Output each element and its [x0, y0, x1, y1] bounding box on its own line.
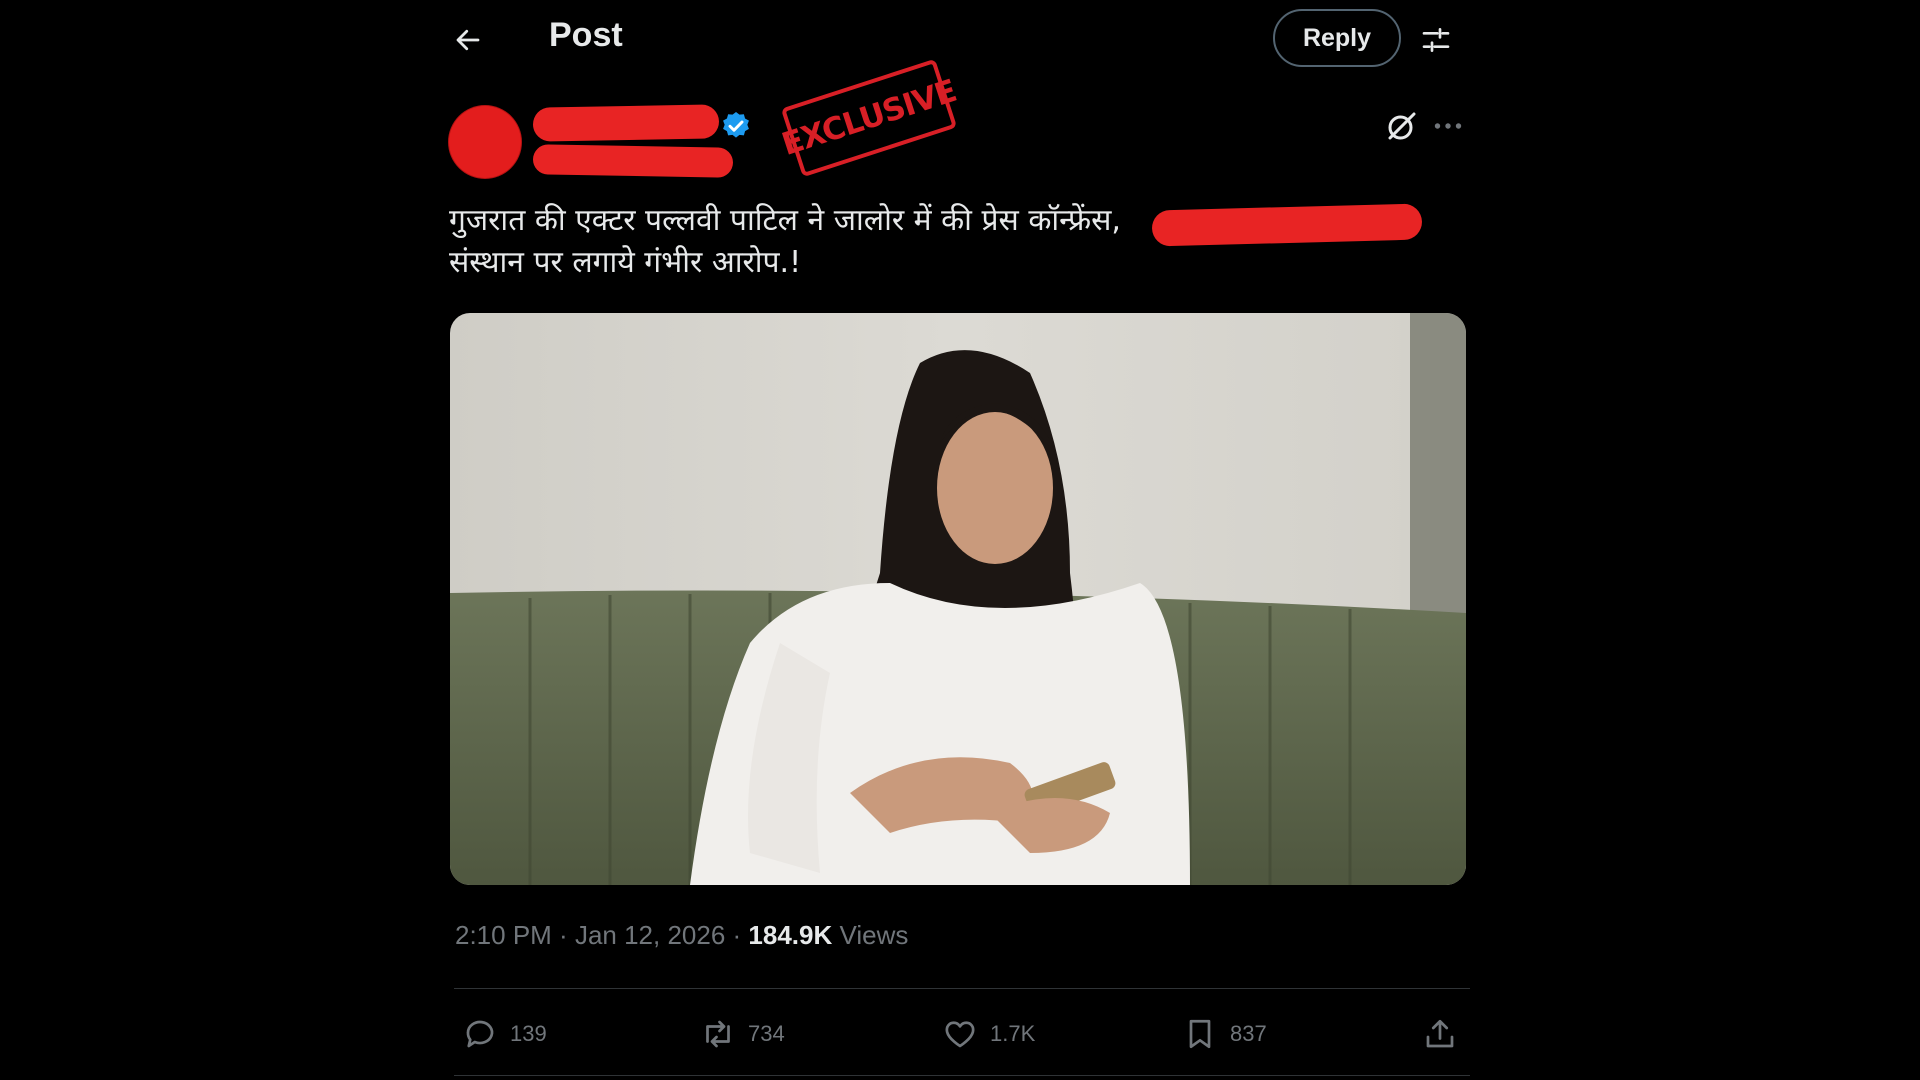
bookmark-icon: [1189, 1019, 1211, 1049]
avatar[interactable]: [449, 106, 521, 178]
reply-button[interactable]: Reply: [1273, 9, 1401, 67]
meta-separator: ·: [725, 920, 749, 950]
sliders-icon: [1422, 28, 1450, 52]
post-text-line-2: संस्थान पर लगाये गंभीर आरोप.!: [449, 245, 802, 280]
post-time[interactable]: 2:10 PM: [455, 920, 552, 950]
post-meta: 2:10 PM · Jan 12, 2026 · 184.9K Views: [455, 920, 908, 951]
redacted-display-name: [532, 104, 720, 142]
back-button[interactable]: [446, 18, 490, 62]
more-options-icon[interactable]: [1430, 108, 1466, 144]
views-count: 184.9K: [748, 920, 833, 950]
divider: [454, 988, 1470, 989]
bookmark-count: 837: [1230, 1021, 1267, 1046]
page-title: Post: [549, 16, 623, 54]
grok-icon[interactable]: [1384, 108, 1420, 144]
verified-badge-icon: [723, 112, 749, 138]
redacted-text: [1151, 203, 1423, 247]
arrow-left-icon: [456, 29, 480, 51]
filter-button[interactable]: [1414, 18, 1458, 62]
share-action[interactable]: [1422, 1010, 1458, 1058]
heart-icon: [945, 1021, 975, 1048]
bookmark-action[interactable]: 837: [1182, 1010, 1267, 1058]
post-image[interactable]: [450, 313, 1466, 885]
like-action[interactable]: 1.7K: [942, 1010, 1035, 1058]
repost-icon: [706, 1020, 730, 1048]
reply-count: 139: [510, 1021, 547, 1046]
exclusive-stamp: EXCLUSIVE: [778, 58, 960, 178]
like-count: 1.7K: [990, 1021, 1036, 1046]
redacted-username: [532, 144, 734, 178]
repost-action[interactable]: 734: [700, 1010, 785, 1058]
reply-action[interactable]: 139: [462, 1010, 547, 1058]
divider: [454, 1075, 1470, 1076]
meta-separator: ·: [551, 920, 575, 950]
post-date[interactable]: Jan 12, 2026: [575, 920, 725, 950]
comment-icon: [466, 1020, 494, 1048]
views-label: Views: [839, 920, 909, 950]
repost-count: 734: [748, 1021, 785, 1046]
share-icon: [1426, 1019, 1454, 1048]
